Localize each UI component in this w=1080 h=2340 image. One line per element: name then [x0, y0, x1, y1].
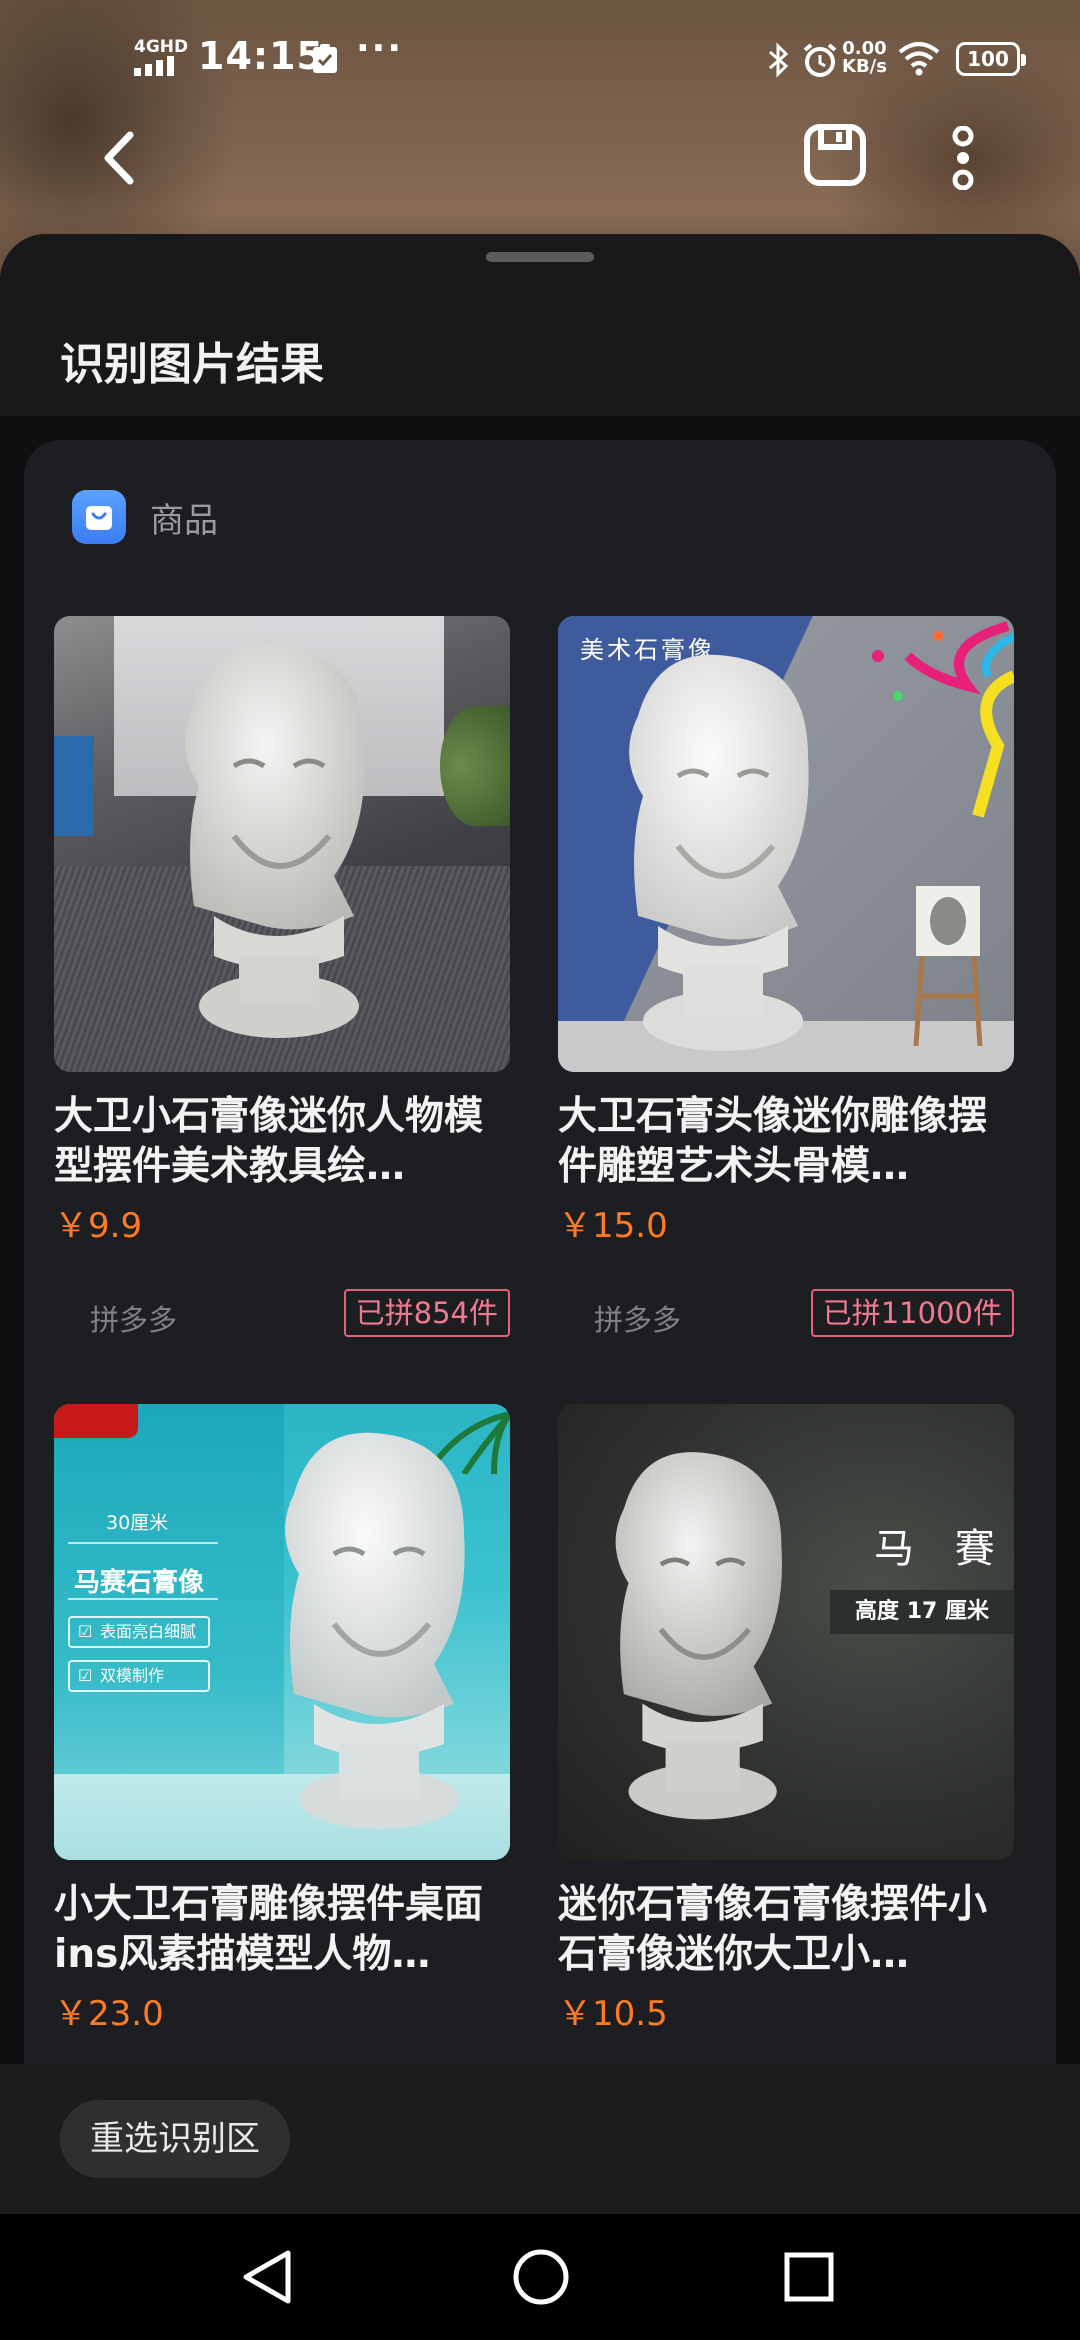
- status-bar: 4GHD 14:15 ··· 0.00 KB/s 100: [0, 0, 1080, 120]
- product-image[interactable]: [54, 616, 510, 1072]
- battery-indicator: 100: [956, 42, 1026, 76]
- network-speed: 0.00 KB/s: [842, 38, 887, 77]
- product-results-card: 商品 大卫小石膏像迷你人物模型摆件美术教具绘… ￥9.9 拼多多 已拼854件 …: [24, 440, 1056, 2212]
- more-notifications-icon: ···: [356, 28, 404, 69]
- nav-recent-button[interactable]: [774, 2242, 844, 2312]
- feature-chip: 双模制作: [68, 1660, 210, 1692]
- platform-label: 拼多多: [90, 1303, 178, 1337]
- image-size-text: 30厘米: [106, 1512, 169, 1534]
- reselect-area-button[interactable]: 重选识别区: [60, 2100, 290, 2178]
- category-label: 商品: [150, 500, 218, 541]
- product-card[interactable]: 美术石膏像 大卫石膏头像迷你雕像摆件雕塑艺术头骨模… ￥15.0 拼多多 已拼1…: [558, 616, 1014, 1337]
- clock: 14:15: [198, 34, 324, 78]
- drag-handle[interactable]: [486, 252, 594, 262]
- product-card[interactable]: 大卫小石膏像迷你人物模型摆件美术教具绘… ￥9.9 拼多多 已拼854件: [54, 616, 510, 1337]
- bust-illustration: [185, 644, 365, 1038]
- image-height-text: 高度 17 厘米: [830, 1590, 1014, 1634]
- bottom-action-bar: 重选识别区: [0, 2064, 1080, 2214]
- more-vertical-icon: [952, 126, 974, 190]
- image-name-text: 马 賽: [874, 1526, 1009, 1572]
- square-recent-icon: [784, 2252, 834, 2302]
- category-header: 商品: [72, 490, 218, 544]
- more-options-button[interactable]: [940, 118, 986, 198]
- sheet-title: 识别图片结果: [60, 339, 324, 390]
- signal-icon: [134, 56, 174, 76]
- easel-decoration: [912, 886, 984, 1047]
- product-price: ￥15.0: [558, 1206, 668, 1246]
- sheet-header: 识别图片结果: [0, 234, 1080, 416]
- product-image[interactable]: 美术石膏像: [558, 616, 1014, 1072]
- alarm-icon: [803, 43, 837, 77]
- bust-illustration: [615, 1452, 782, 1820]
- product-meta: 拼多多 已拼854件: [54, 1289, 510, 1337]
- product-card[interactable]: 30厘米 马赛石膏像 表面亮白细腻 双模制作: [54, 1404, 510, 2035]
- bust-illustration: [629, 654, 809, 1051]
- product-price: ￥23.0: [54, 1994, 164, 2034]
- product-title[interactable]: 大卫小石膏像迷你人物模型摆件美术教具绘…: [54, 1092, 510, 1192]
- product-title[interactable]: 大卫石膏头像迷你雕像摆件雕塑艺术头骨模…: [558, 1092, 1014, 1192]
- sold-badge: 已拼11000件: [810, 1289, 1014, 1337]
- results-sheet: 识别图片结果 商品 大卫小石膏像迷你人物模型摆件美术教具绘… ￥9.9 拼多多 …: [0, 234, 1080, 2212]
- navigation-bar: [0, 2214, 1080, 2340]
- shopping-bag-icon: [72, 490, 126, 544]
- paint-splash-decoration: [872, 621, 1014, 818]
- promo-tag: [54, 1404, 138, 1438]
- feature-chip: 表面亮白细腻: [68, 1616, 210, 1648]
- circle-home-icon: [513, 2249, 569, 2305]
- notification-clipboard-icon: [313, 44, 337, 73]
- product-title[interactable]: 小大卫石膏雕像摆件桌面ins风素描模型人物…: [54, 1880, 510, 1980]
- chevron-left-icon: [104, 131, 134, 185]
- product-meta: 拼多多 已拼11000件: [558, 1289, 1014, 1337]
- product-card[interactable]: 马 賽 高度 17 厘米 迷你石膏像石膏像摆件小石膏像迷你大卫小… ￥10.5: [558, 1404, 1014, 2035]
- bust-illustration: [285, 1432, 465, 1829]
- product-image[interactable]: 马 賽 高度 17 厘米: [558, 1404, 1014, 1860]
- wifi-icon: [898, 42, 940, 76]
- triangle-back-icon: [243, 2250, 291, 2304]
- nav-back-button[interactable]: [232, 2242, 302, 2312]
- product-price: ￥10.5: [558, 1994, 668, 2034]
- screen: 4GHD 14:15 ··· 0.00 KB/s 100 识别图片结果 商品 大…: [0, 0, 1080, 2340]
- save-icon: [804, 124, 866, 186]
- save-button[interactable]: [800, 120, 870, 190]
- platform-label: 拼多多: [594, 1303, 682, 1337]
- sold-badge: 已拼854件: [343, 1289, 510, 1337]
- product-image[interactable]: 30厘米 马赛石膏像 表面亮白细腻 双模制作: [54, 1404, 510, 1860]
- nav-home-button[interactable]: [506, 2242, 576, 2312]
- bluetooth-icon: [769, 42, 789, 78]
- product-price: ￥9.9: [54, 1206, 143, 1246]
- image-name-text: 马赛石膏像: [74, 1568, 205, 1598]
- back-button[interactable]: [86, 120, 150, 196]
- product-title[interactable]: 迷你石膏像石膏像摆件小石膏像迷你大卫小…: [558, 1880, 1014, 1980]
